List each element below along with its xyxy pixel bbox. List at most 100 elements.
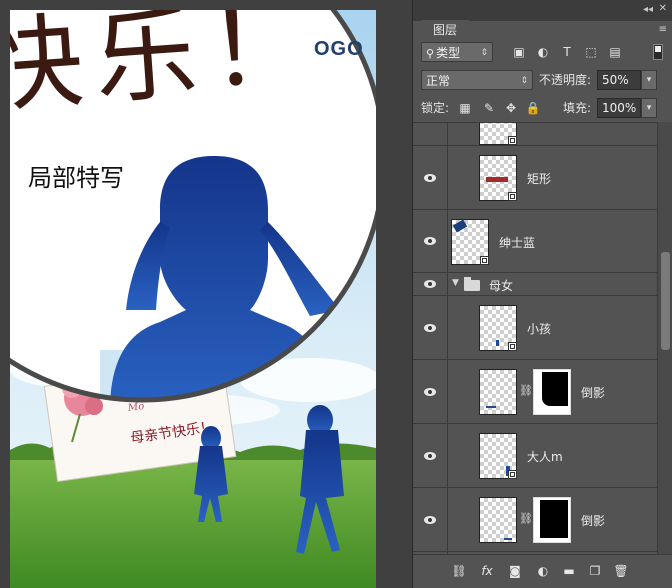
card-subtitle: Mo xyxy=(127,400,145,415)
layer-row[interactable]: 绅士蓝 xyxy=(413,210,657,273)
poster-document[interactable]: 快乐！ OGO 局部特写 Mo 母亲节快乐！ xyxy=(10,10,376,588)
pixel-filter-icon[interactable]: ▣ xyxy=(511,44,527,60)
mask-preview xyxy=(540,500,568,538)
layer-row[interactable]: ⛓ 倒影 xyxy=(413,488,657,552)
shape-badge-icon xyxy=(508,136,517,145)
layers-scrollbar[interactable] xyxy=(657,122,672,554)
layer-name[interactable]: 矩形 xyxy=(527,170,551,187)
layer-name[interactable]: 倒影 xyxy=(581,512,605,529)
layer-mask-thumbnail[interactable] xyxy=(533,497,571,543)
group-name[interactable]: 母女 xyxy=(489,277,513,294)
folder-icon xyxy=(464,277,480,291)
smart-object-filter-icon[interactable]: ▤ xyxy=(607,44,623,60)
visibility-cell[interactable] xyxy=(413,210,448,272)
close-icon[interactable]: ✕ xyxy=(659,3,667,14)
link-icon[interactable]: ⛓ xyxy=(451,563,467,579)
expand-arrow-icon[interactable]: ▼ xyxy=(452,278,459,288)
fx-icon[interactable]: fx xyxy=(479,563,495,579)
eye-icon[interactable] xyxy=(424,516,436,524)
layer-name[interactable]: 大人m xyxy=(527,448,563,465)
thumb-preview xyxy=(452,219,468,233)
visibility-cell[interactable] xyxy=(413,273,448,295)
layers-panel: ◂◂ ✕ 图层 ≡ ⚲ 类型 ⇕ ▣ ◐ T ⬚ ▤ 正常 ⇕ 不透明度: 50% xyxy=(412,0,672,588)
type-filter-icon[interactable]: T xyxy=(559,44,575,60)
tab-layers[interactable]: 图层 xyxy=(421,20,469,40)
fill-dropdown-button[interactable]: ▾ xyxy=(641,98,657,118)
layers-list[interactable]: 矩形 绅士蓝 ▼ 母女 小孩 ⛓ 倒影 大人m ⛓ 倒影 xyxy=(413,122,657,555)
shape-badge-icon xyxy=(508,192,517,201)
fill-label: 填充: xyxy=(563,101,592,115)
panel-menu-icon[interactable]: ≡ xyxy=(659,25,667,35)
new-layer-icon[interactable]: ❐ xyxy=(587,563,603,579)
layer-name[interactable]: 倒影 xyxy=(581,384,605,401)
rect-preview xyxy=(486,177,508,182)
layer-mask-thumbnail[interactable] xyxy=(533,369,571,415)
smart-object-badge-icon xyxy=(508,470,517,479)
layer-thumbnail xyxy=(451,219,489,265)
filter-toggle[interactable] xyxy=(653,44,663,60)
lock-row: 锁定: ▦ ✎ ✥ 🔒 填充: 100% ▾ xyxy=(413,96,672,122)
eye-icon[interactable] xyxy=(424,237,436,245)
visibility-cell[interactable] xyxy=(413,296,448,359)
layers-bottom-bar: ⛓ fx ◙ ◐ ▬ ❐ 🗑 xyxy=(413,554,672,588)
visibility-cell[interactable] xyxy=(413,360,448,423)
layer-name[interactable]: 绅士蓝 xyxy=(499,234,535,251)
eye-icon[interactable] xyxy=(424,280,436,288)
layer-row[interactable]: 大人m xyxy=(413,424,657,488)
filter-type-select[interactable]: ⚲ 类型 ⇕ xyxy=(421,42,493,62)
opacity-dropdown-button[interactable]: ▾ xyxy=(641,70,657,90)
chevron-updown-icon: ⇕ xyxy=(480,48,488,58)
layer-group-row[interactable]: ▼ 母女 xyxy=(413,273,657,296)
mask-preview xyxy=(542,372,568,406)
link-icon[interactable]: ⛓ xyxy=(519,384,533,397)
eye-icon[interactable] xyxy=(424,174,436,182)
layer-thumbnail xyxy=(479,305,517,351)
layer-name[interactable]: 小孩 xyxy=(527,320,551,337)
layer-thumbnail xyxy=(479,369,517,415)
blend-mode-select[interactable]: 正常 ⇕ xyxy=(421,70,533,90)
layer-thumbnail xyxy=(479,155,517,201)
logo: OGO xyxy=(314,38,364,60)
lock-label: 锁定: xyxy=(421,101,450,115)
eye-icon[interactable] xyxy=(424,388,436,396)
magnifier-label: 局部特写 xyxy=(28,164,124,192)
smart-object-badge-icon xyxy=(508,342,517,351)
adjustment-filter-icon[interactable]: ◐ xyxy=(535,44,551,60)
photoshop-window: 快乐！ OGO 局部特写 Mo 母亲节快乐！ ◂◂ ✕ 图层 ≡ ⚲ 类型 ⇕ ▣… xyxy=(0,0,672,588)
adjustment-icon[interactable]: ◐ xyxy=(535,563,551,579)
panel-title-bar[interactable]: ◂◂ ✕ xyxy=(413,0,672,21)
smart-object-badge-icon xyxy=(480,256,489,265)
visibility-cell[interactable] xyxy=(413,123,448,145)
opacity-label: 不透明度: xyxy=(539,73,592,87)
scrollbar-thumb[interactable] xyxy=(661,252,670,350)
filter-type-label: 类型 xyxy=(436,46,461,60)
move-lock-icon[interactable]: ✥ xyxy=(503,100,519,116)
layer-row[interactable] xyxy=(413,123,657,146)
thumb-preview xyxy=(496,340,499,346)
eye-icon[interactable] xyxy=(424,452,436,460)
layer-filter-row: ⚲ 类型 ⇕ ▣ ◐ T ⬚ ▤ xyxy=(413,40,672,66)
layer-row[interactable]: 小孩 xyxy=(413,296,657,360)
collapse-icon[interactable]: ◂◂ xyxy=(643,4,653,15)
eye-icon[interactable] xyxy=(424,324,436,332)
thumb-preview xyxy=(504,538,512,540)
fill-input[interactable]: 100% xyxy=(597,98,641,118)
blend-mode-value: 正常 xyxy=(426,74,451,88)
mask-icon[interactable]: ◙ xyxy=(507,563,523,579)
visibility-cell[interactable] xyxy=(413,488,448,551)
lock-transparent-icon[interactable]: ▦ xyxy=(457,100,473,116)
opacity-input[interactable]: 50% xyxy=(597,70,641,90)
trash-icon[interactable]: 🗑 xyxy=(613,563,629,579)
layer-thumbnail xyxy=(479,123,517,145)
layer-row[interactable]: ⛓ 倒影 xyxy=(413,360,657,424)
brush-lock-icon[interactable]: ✎ xyxy=(481,100,497,116)
folder-icon[interactable]: ▬ xyxy=(561,563,577,579)
layer-row[interactable]: 矩形 xyxy=(413,146,657,210)
visibility-cell[interactable] xyxy=(413,146,448,209)
link-icon[interactable]: ⛓ xyxy=(519,512,533,525)
shape-filter-icon[interactable]: ⬚ xyxy=(583,44,599,60)
document-canvas-area[interactable]: 快乐！ OGO 局部特写 Mo 母亲节快乐！ xyxy=(0,0,412,588)
visibility-cell[interactable] xyxy=(413,424,448,487)
search-icon: ⚲ xyxy=(426,47,435,60)
lock-all-icon[interactable]: 🔒 xyxy=(525,100,541,116)
